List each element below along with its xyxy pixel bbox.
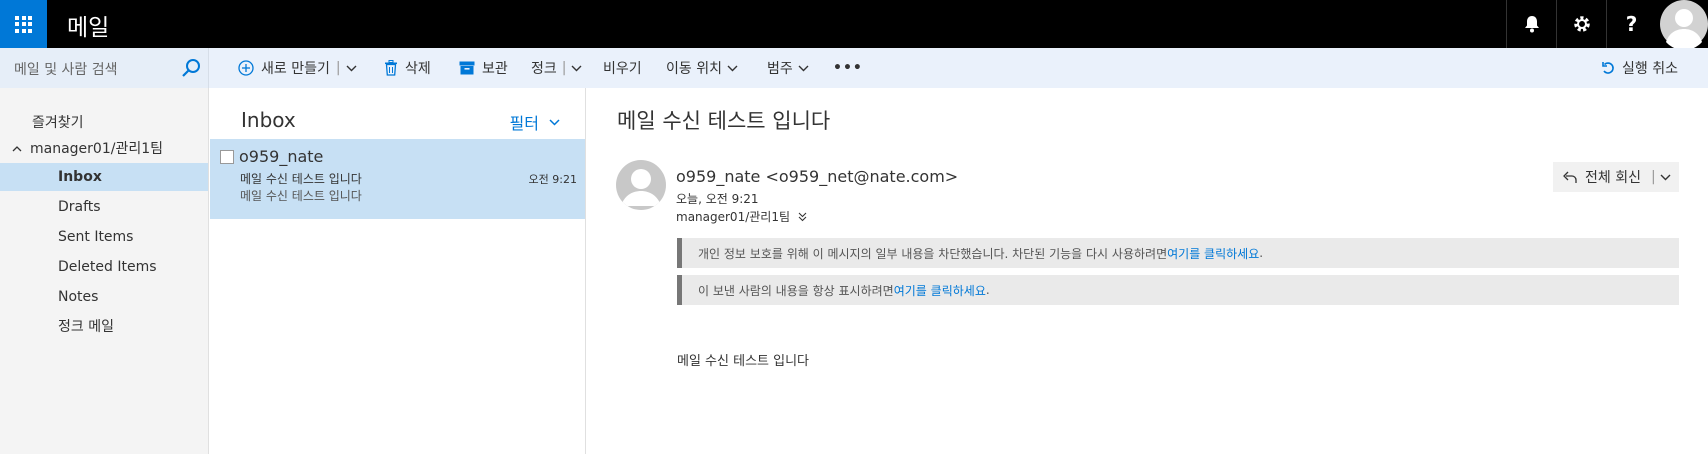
waffle-icon [15, 15, 32, 33]
junk-button-label: 정크 [531, 61, 557, 77]
chevron-down-icon [346, 65, 357, 71]
settings-button[interactable] [1556, 0, 1606, 48]
move-to-button[interactable]: 이동 위치 [666, 48, 738, 88]
chevron-down-icon [549, 118, 560, 126]
search-box[interactable]: 메일 및 사람 검색 [0, 48, 209, 88]
sender-name[interactable]: o959_nate <o959_net@nate.com> [676, 167, 958, 186]
recipient-label: manager01/관리1팀 [676, 210, 791, 224]
message-preview: 메일 수신 테스트 입니다 [240, 189, 362, 203]
chevron-down-icon[interactable] [1660, 174, 1671, 181]
reading-pane: 메일 수신 테스트 입니다 o959_nate <o959_net@nate.c… [587, 88, 1708, 454]
search-input[interactable]: 메일 및 사람 검색 [14, 59, 118, 79]
reply-all-label: 전체 회신 [1585, 170, 1641, 186]
message-time: 오전 9:21 [528, 173, 577, 186]
undo-icon [1601, 61, 1615, 75]
chevron-down-icon [571, 65, 582, 71]
folder-label: 정크 메일 [58, 319, 114, 335]
banner-period: . [1259, 246, 1264, 260]
undo-label: 실행 취소 [1622, 61, 1678, 77]
empty-button[interactable]: 비우기 [603, 48, 642, 88]
gear-icon [1573, 16, 1590, 32]
trash-icon [384, 60, 398, 76]
folder-drafts[interactable]: Drafts [0, 193, 208, 221]
recipient[interactable]: manager01/관리1팀 [676, 208, 807, 225]
chevron-up-icon [12, 145, 22, 151]
more-button[interactable]: ••• [833, 48, 863, 88]
search-icon[interactable] [181, 58, 201, 78]
app-title: 메일 [67, 15, 110, 41]
account-label: manager01/관리1팀 [30, 141, 164, 157]
folder-label: Inbox [58, 169, 102, 185]
chevron-down-icon [798, 65, 809, 71]
user-avatar-icon [1660, 0, 1708, 48]
message-subject-heading: 메일 수신 테스트 입니다 [617, 109, 831, 133]
empty-button-label: 비우기 [603, 61, 642, 77]
message-body: 메일 수신 테스트 입니다 [677, 354, 809, 369]
user-avatar-button[interactable] [1660, 0, 1708, 48]
favorites-header[interactable]: 즐겨찾기 [0, 108, 208, 136]
help-icon: ? [1625, 12, 1638, 36]
help-button[interactable]: ? [1606, 0, 1656, 48]
unblock-link[interactable]: 여기를 클릭하세요 [1167, 245, 1259, 262]
folder-label: Drafts [58, 199, 101, 215]
notifications-button[interactable] [1506, 0, 1556, 48]
archive-button-label: 보관 [482, 61, 508, 77]
undo-button[interactable]: 실행 취소 [1601, 48, 1678, 88]
separator: | [1650, 169, 1656, 185]
message-list: Inbox 필터 o959_nate 메일 수신 테스트 입니다 오전 9:21… [210, 88, 586, 454]
top-bar: 메일 ? [0, 0, 1708, 48]
category-label: 범주 [767, 61, 793, 77]
junk-button[interactable]: 정크 | [531, 48, 582, 88]
reply-all-icon [1563, 171, 1577, 183]
sent-date: 오늘, 오전 9:21 [676, 192, 759, 206]
archive-button[interactable]: 보관 [459, 48, 508, 88]
banner-text: 이 보낸 사람의 내용을 항상 표시하려면 [698, 283, 894, 298]
move-to-label: 이동 위치 [666, 61, 722, 77]
message-subject: 메일 수신 테스트 입니다 [240, 172, 362, 186]
favorites-label: 즐겨찾기 [32, 115, 84, 131]
folder-notes[interactable]: Notes [0, 283, 208, 311]
always-show-banner: 이 보낸 사람의 내용을 항상 표시하려면 여기를 클릭하세요. [677, 275, 1679, 305]
archive-icon [459, 61, 475, 75]
message-item[interactable]: o959_nate 메일 수신 테스트 입니다 오전 9:21 메일 수신 테스… [210, 139, 585, 219]
filter-button[interactable]: 필터 [510, 110, 560, 134]
folder-sent-items[interactable]: Sent Items [0, 223, 208, 251]
account-header[interactable]: manager01/관리1팀 [0, 134, 208, 162]
delete-button-label: 삭제 [405, 61, 431, 77]
separator: | [561, 60, 567, 76]
list-title: Inbox [241, 108, 296, 132]
new-button[interactable]: 새로 만들기 | [238, 48, 357, 88]
reply-all-button[interactable]: 전체 회신 | [1553, 162, 1679, 192]
plus-circle-icon [238, 60, 254, 76]
bell-icon [1524, 16, 1539, 33]
folder-label: Deleted Items [58, 259, 157, 275]
chevron-down-icon [727, 65, 738, 71]
more-label: ••• [833, 60, 863, 76]
new-button-label: 새로 만들기 [261, 61, 330, 77]
folder-label: Notes [58, 289, 99, 305]
user-avatar-icon [621, 169, 661, 206]
always-show-link[interactable]: 여기를 클릭하세요 [894, 282, 986, 299]
filter-label: 필터 [509, 114, 539, 133]
separator: | [335, 60, 341, 76]
message-checkbox[interactable] [220, 150, 234, 164]
blocked-content-banner: 개인 정보 보호를 위해 이 메시지의 일부 내용을 차단했습니다. 차단된 기… [677, 238, 1679, 268]
banner-text: 개인 정보 보호를 위해 이 메시지의 일부 내용을 차단했습니다. 차단된 기… [698, 246, 1168, 261]
folder-pane: 즐겨찾기 manager01/관리1팀 Inbox Drafts Sent It… [0, 88, 209, 454]
delete-button[interactable]: 삭제 [384, 48, 431, 88]
app-launcher-button[interactable] [0, 0, 47, 48]
sender-avatar [616, 160, 666, 210]
folder-label: Sent Items [58, 229, 134, 245]
folder-deleted-items[interactable]: Deleted Items [0, 253, 208, 281]
banner-period: . [985, 283, 990, 297]
folder-inbox[interactable]: Inbox [0, 163, 208, 191]
folder-junk[interactable]: 정크 메일 [0, 312, 208, 340]
category-button[interactable]: 범주 [767, 48, 809, 88]
message-sender: o959_nate [239, 147, 324, 166]
expand-chevron-icon[interactable] [798, 212, 807, 222]
